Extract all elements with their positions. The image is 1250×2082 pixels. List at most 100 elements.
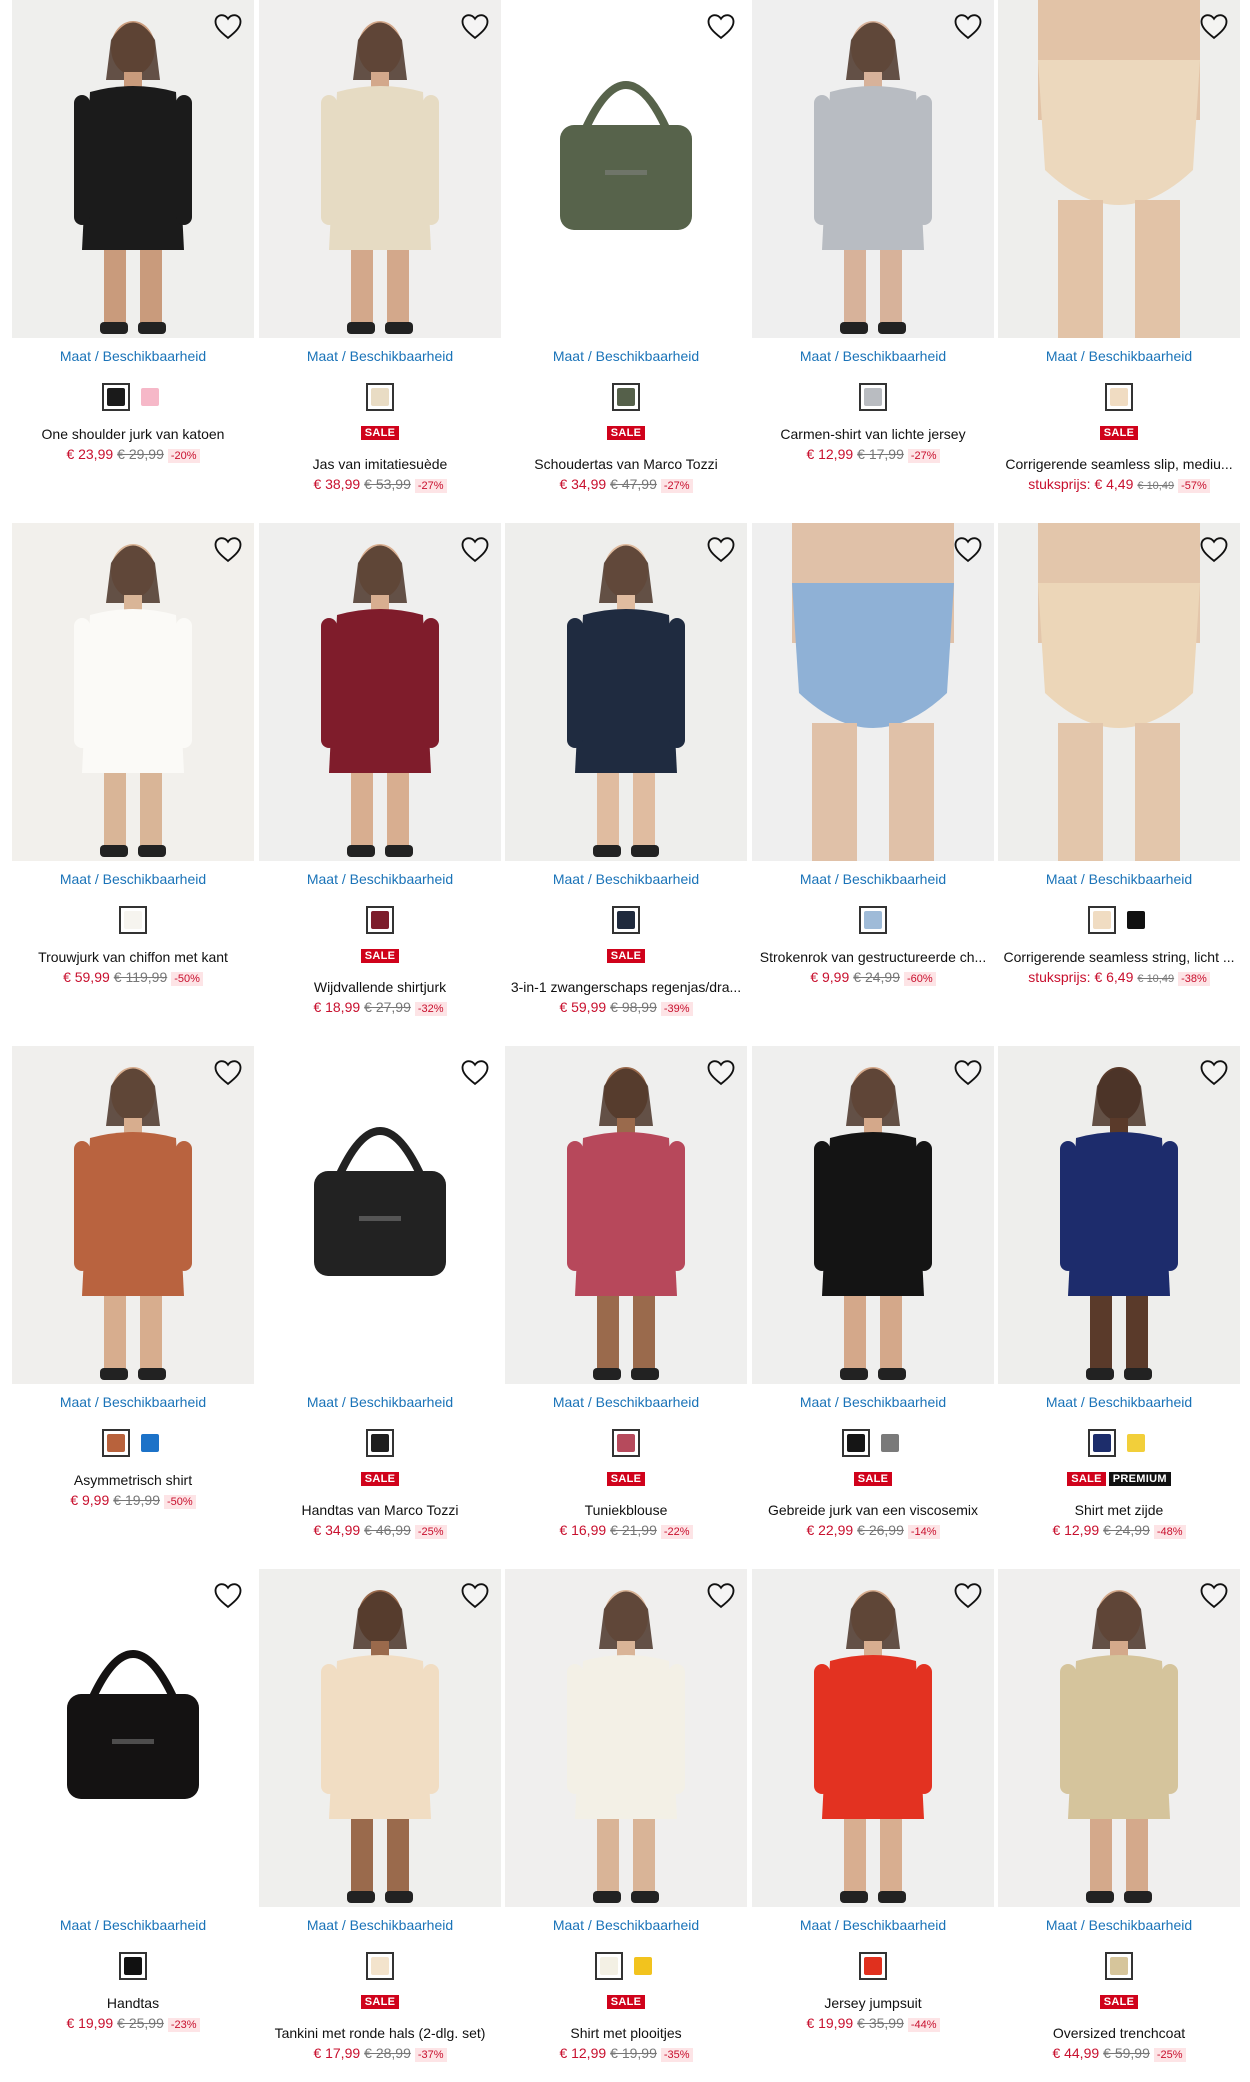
product-name[interactable]: Shirt met zijde [998,1502,1240,1518]
product-name[interactable]: 3-in-1 zwangerschaps regenjas/dra... [505,979,747,995]
product-image[interactable] [505,1569,747,1907]
wishlist-heart-icon[interactable] [459,1056,491,1088]
size-availability-link[interactable]: Maat / Beschikbaarheid [998,348,1240,364]
product-image[interactable] [259,1046,501,1384]
size-availability-link[interactable]: Maat / Beschikbaarheid [752,1917,994,1933]
product-name[interactable]: Shirt met plooitjes [505,2025,747,2041]
color-swatch[interactable] [1088,906,1116,934]
size-availability-link[interactable]: Maat / Beschikbaarheid [752,871,994,887]
size-availability-link[interactable]: Maat / Beschikbaarheid [259,871,501,887]
product-name[interactable]: Asymmetrisch shirt [12,1472,254,1488]
color-swatch[interactable] [119,1952,147,1980]
size-availability-link[interactable]: Maat / Beschikbaarheid [259,1394,501,1410]
size-availability-link[interactable]: Maat / Beschikbaarheid [259,348,501,364]
color-swatch[interactable] [629,1952,657,1980]
color-swatch[interactable] [366,1429,394,1457]
product-card[interactable]: Maat / Beschikbaarheid Trouwjurk van chif… [12,523,254,1023]
product-name[interactable]: Jersey jumpsuit [752,1995,994,2011]
size-availability-link[interactable]: Maat / Beschikbaarheid [752,348,994,364]
product-name[interactable]: Strokenrok van gestructureerde ch... [752,949,994,965]
color-swatch[interactable] [1122,906,1150,934]
product-card[interactable]: Maat / Beschikbaarheid SALE Handtas van Ma… [259,1046,501,1546]
product-name[interactable]: Schoudertas van Marco Tozzi [505,456,747,472]
product-image[interactable] [998,1569,1240,1907]
size-availability-link[interactable]: Maat / Beschikbaarheid [12,348,254,364]
wishlist-heart-icon[interactable] [1198,10,1230,42]
product-card[interactable]: Maat / Beschikbaarheid One shoulder jurk … [12,0,254,500]
wishlist-heart-icon[interactable] [952,1056,984,1088]
wishlist-heart-icon[interactable] [212,1579,244,1611]
product-card[interactable]: Maat / Beschikbaarheid SALE Schoudertas va… [505,0,747,500]
wishlist-heart-icon[interactable] [1198,533,1230,565]
color-swatch[interactable] [859,906,887,934]
wishlist-heart-icon[interactable] [952,533,984,565]
product-image[interactable] [12,523,254,861]
size-availability-link[interactable]: Maat / Beschikbaarheid [12,1394,254,1410]
product-image[interactable] [259,0,501,338]
product-name[interactable]: Carmen-shirt van lichte jersey [752,426,994,442]
color-swatch[interactable] [136,383,164,411]
product-card[interactable]: Maat / Beschikbaarheid SALE PREMIUM Shirt m… [998,1046,1240,1546]
product-card[interactable]: Maat / Beschikbaarheid SALE Tuniekblouse € … [505,1046,747,1546]
product-image[interactable] [505,0,747,338]
product-image[interactable] [12,1569,254,1907]
color-swatch[interactable] [876,1429,904,1457]
size-availability-link[interactable]: Maat / Beschikbaarheid [998,1917,1240,1933]
wishlist-heart-icon[interactable] [705,1056,737,1088]
wishlist-heart-icon[interactable] [212,533,244,565]
size-availability-link[interactable]: Maat / Beschikbaarheid [259,1917,501,1933]
color-swatch[interactable] [119,906,147,934]
size-availability-link[interactable]: Maat / Beschikbaarheid [505,871,747,887]
product-card[interactable]: Maat / Beschikbaarheid Handtas € 19,99 € 25… [12,1569,254,2069]
size-availability-link[interactable]: Maat / Beschikbaarheid [505,348,747,364]
product-card[interactable]: Maat / Beschikbaarheid Asymmetrisch shirt… [12,1046,254,1546]
wishlist-heart-icon[interactable] [1198,1056,1230,1088]
product-card[interactable]: Maat / Beschikbaarheid SALE 3-in-1 zwanger… [505,523,747,1023]
color-swatch[interactable] [366,1952,394,1980]
product-name[interactable]: Oversized trenchcoat [998,2025,1240,2041]
product-card[interactable]: Maat / Beschikbaarheid Corrigerende seaml… [998,523,1240,1023]
color-swatch[interactable] [612,383,640,411]
color-swatch[interactable] [366,906,394,934]
color-swatch[interactable] [612,906,640,934]
color-swatch[interactable] [102,383,130,411]
product-image[interactable] [998,1046,1240,1384]
size-availability-link[interactable]: Maat / Beschikbaarheid [505,1917,747,1933]
product-image[interactable] [752,1569,994,1907]
color-swatch[interactable] [859,383,887,411]
wishlist-heart-icon[interactable] [705,533,737,565]
product-image[interactable] [752,523,994,861]
product-name[interactable]: Gebreide jurk van een viscosemix [752,1502,994,1518]
wishlist-heart-icon[interactable] [459,1579,491,1611]
product-card[interactable]: Maat / Beschikbaarheid Carmen-shirt van l… [752,0,994,500]
wishlist-heart-icon[interactable] [952,1579,984,1611]
product-name[interactable]: Jas van imitatiesuède [259,456,501,472]
product-card[interactable]: Maat / Beschikbaarheid SALE Corrigerende s… [998,0,1240,500]
product-card[interactable]: Maat / Beschikbaarheid SALE Oversized tren… [998,1569,1240,2069]
size-availability-link[interactable]: Maat / Beschikbaarheid [505,1394,747,1410]
product-image[interactable] [259,1569,501,1907]
color-swatch[interactable] [612,1429,640,1457]
product-card[interactable]: Maat / Beschikbaarheid Strokenrok van ges… [752,523,994,1023]
wishlist-heart-icon[interactable] [459,533,491,565]
product-card[interactable]: Maat / Beschikbaarheid SALE Shirt met ploo… [505,1569,747,2069]
wishlist-heart-icon[interactable] [1198,1579,1230,1611]
size-availability-link[interactable]: Maat / Beschikbaarheid [752,1394,994,1410]
wishlist-heart-icon[interactable] [459,10,491,42]
product-name[interactable]: Wijdvallende shirtjurk [259,979,501,995]
size-availability-link[interactable]: Maat / Beschikbaarheid [12,1917,254,1933]
product-image[interactable] [505,1046,747,1384]
size-availability-link[interactable]: Maat / Beschikbaarheid [998,871,1240,887]
color-swatch[interactable] [842,1429,870,1457]
product-name[interactable]: Handtas van Marco Tozzi [259,1502,501,1518]
product-name[interactable]: Corrigerende seamless string, licht ... [998,949,1240,965]
color-swatch[interactable] [136,1429,164,1457]
size-availability-link[interactable]: Maat / Beschikbaarheid [998,1394,1240,1410]
product-image[interactable] [998,523,1240,861]
wishlist-heart-icon[interactable] [212,10,244,42]
color-swatch[interactable] [1122,1429,1150,1457]
product-image[interactable] [505,523,747,861]
color-swatch[interactable] [102,1429,130,1457]
product-image[interactable] [12,1046,254,1384]
product-image[interactable] [752,0,994,338]
